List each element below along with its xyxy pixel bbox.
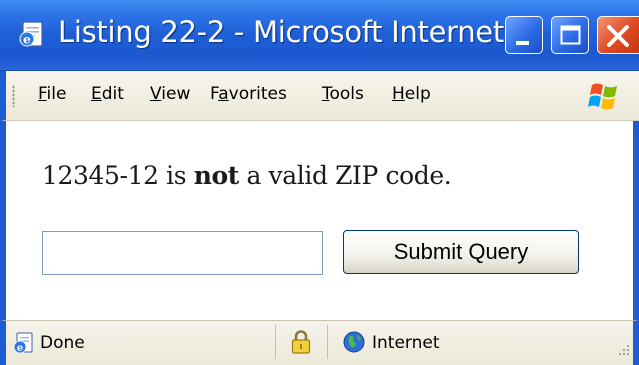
menu-favorites-label: vorites [228, 84, 287, 104]
menu-view-hotkey: V [150, 84, 162, 104]
menu-file-hotkey: F [38, 84, 47, 104]
menu-help-hotkey: H [392, 84, 405, 104]
status-bar: e Done Internet [0, 320, 639, 365]
menu-tools[interactable]: Tools [322, 84, 364, 104]
status-pane-security [276, 325, 328, 359]
page-content: 12345-12 is not a valid ZIP code. Submit… [0, 121, 639, 320]
menu-tools-hotkey: T [322, 84, 330, 104]
ie-page-icon: e [19, 21, 43, 47]
menu-help[interactable]: Help [392, 84, 431, 104]
maximize-button[interactable] [551, 16, 589, 54]
menu-file[interactable]: File [38, 84, 66, 104]
menu-edit[interactable]: Edit [91, 84, 124, 104]
windows-flag-icon [588, 83, 617, 110]
close-icon [607, 25, 629, 47]
security-zone-label: Internet [372, 333, 440, 353]
message-emphasis: not [193, 161, 240, 190]
status-pane-main: e Done [6, 325, 276, 359]
menu-favorites-hotkey: a [218, 84, 229, 104]
window-title: Listing 22-2 - Microsoft Internet ... [58, 15, 540, 49]
svg-text:e: e [17, 343, 23, 354]
status-text: Done [40, 333, 85, 353]
svg-text:e: e [23, 33, 31, 47]
menu-view-label: iew [161, 84, 191, 104]
zip-code-input[interactable] [42, 231, 323, 275]
submit-query-button[interactable]: Submit Query [343, 230, 579, 274]
browser-window: e Listing 22-2 - Microsoft Internet ... … [0, 0, 639, 365]
menu-tools-label: ools [329, 84, 364, 104]
padlock-icon[interactable] [290, 329, 312, 355]
menu-bar: File Edit View Favorites Tools Help [0, 71, 639, 121]
title-bar[interactable]: e Listing 22-2 - Microsoft Internet ... [0, 0, 639, 71]
message-suffix: a valid ZIP code. [238, 161, 452, 190]
menu-file-label: ile [46, 84, 67, 104]
menu-view[interactable]: View [150, 84, 190, 104]
close-button[interactable] [597, 16, 639, 54]
ie-page-icon: e [13, 332, 33, 354]
menu-favorites[interactable]: Favorites [210, 84, 287, 104]
minimize-icon [516, 41, 529, 45]
menu-favorites-prefix: F [210, 84, 219, 104]
menu-help-label: elp [404, 84, 431, 104]
resize-grip-icon[interactable] [617, 343, 631, 357]
minimize-button[interactable] [505, 16, 543, 54]
maximize-icon [560, 25, 581, 45]
menu-edit-label: dit [101, 84, 124, 104]
status-pane-zone: Internet [328, 325, 633, 359]
validation-message: 12345-12 is not a valid ZIP code. [42, 161, 452, 190]
toolbar-grip[interactable] [12, 85, 15, 107]
globe-icon [343, 331, 365, 353]
menu-edit-hotkey: E [91, 84, 102, 104]
message-prefix: 12345-12 is [42, 161, 194, 190]
